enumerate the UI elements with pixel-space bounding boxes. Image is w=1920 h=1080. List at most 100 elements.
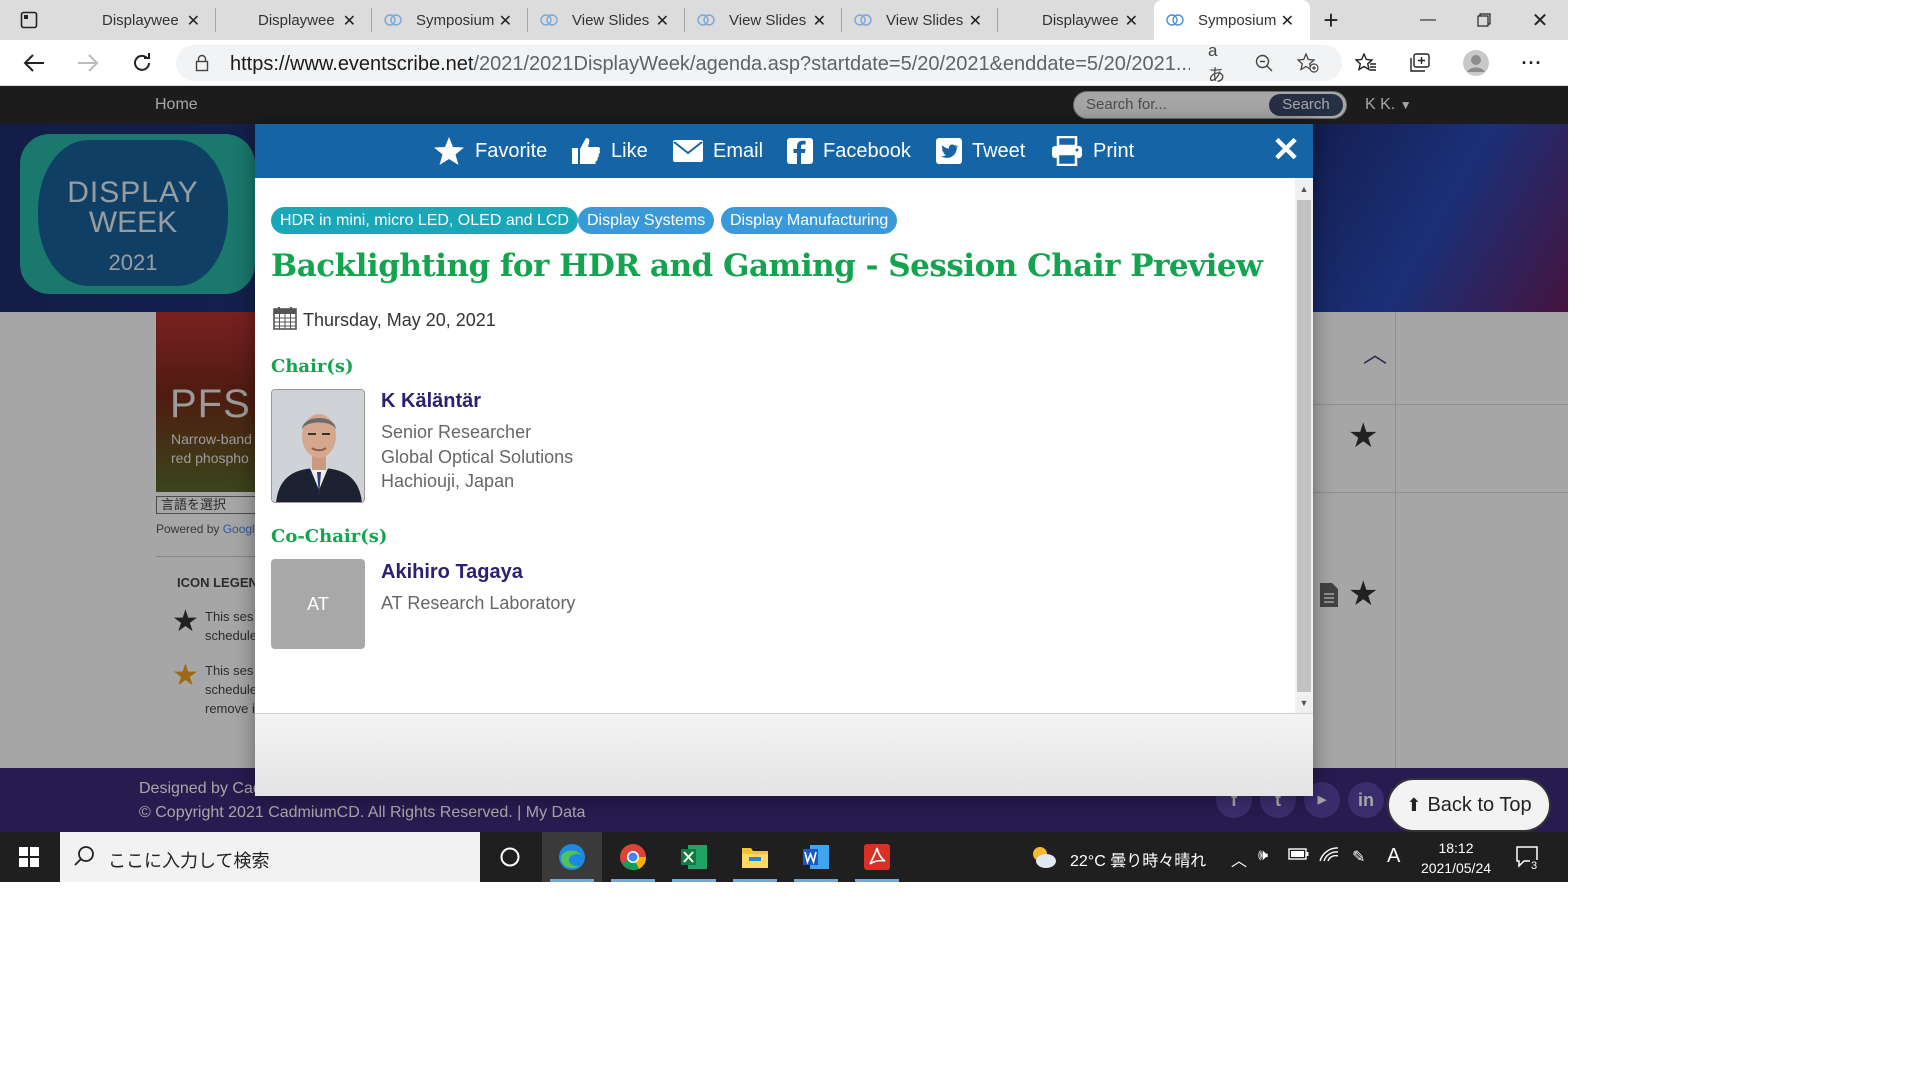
- tab-close-icon[interactable]: ✕: [1125, 11, 1138, 31]
- favorite-label: Favorite: [475, 139, 548, 162]
- weather-icon[interactable]: [1030, 844, 1058, 875]
- scrollbar-thumb[interactable]: [1297, 200, 1311, 692]
- chrome-icon[interactable]: [603, 832, 663, 882]
- close-window-icon[interactable]: ✕: [1512, 0, 1568, 40]
- word-icon[interactable]: [786, 832, 846, 882]
- volume-icon[interactable]: 🕪: [1258, 847, 1268, 865]
- calendar-icon: [273, 306, 297, 335]
- tab-close-icon[interactable]: ✕: [1281, 11, 1294, 31]
- tab-label: Displaywee: [1042, 11, 1119, 29]
- browser-tab[interactable]: Displaywee ✕: [216, 0, 372, 40]
- browser-tab[interactable]: Displaywee ✕: [60, 0, 216, 40]
- cochair-avatar[interactable]: AT: [271, 559, 365, 649]
- forward-arrow-icon[interactable]: [72, 48, 104, 78]
- cochair-name[interactable]: Akihiro Tagaya: [381, 561, 523, 584]
- browser-tab[interactable]: View Slides ✕: [842, 0, 998, 40]
- notification-count: 3: [1530, 860, 1539, 872]
- active-indicator: [550, 879, 594, 882]
- weather-text[interactable]: 22°C 曇り時々晴れ: [1070, 847, 1206, 871]
- url-text: https://www.eventscribe.net/2021/2021Dis…: [230, 53, 1190, 76]
- scroll-up-arrow-icon[interactable]: ▲: [1299, 184, 1309, 194]
- email-label: Email: [713, 139, 764, 162]
- email-button[interactable]: Email: [673, 124, 763, 178]
- chair-name[interactable]: K Käläntär: [381, 390, 481, 413]
- session-detail-modal: Favorite Like Email Facebook Tweet Print: [255, 124, 1313, 796]
- task-view-icon[interactable]: [480, 832, 540, 882]
- modal-scrollbar[interactable]: ▲ ▼: [1295, 178, 1313, 713]
- tab-close-icon[interactable]: ✕: [187, 11, 200, 31]
- back-to-top-button[interactable]: ⬆ Back to Top: [1387, 778, 1551, 832]
- tab-close-icon[interactable]: ✕: [343, 11, 356, 31]
- refresh-icon[interactable]: [126, 48, 158, 78]
- url-field[interactable]: https://www.eventscribe.net/2021/2021Dis…: [176, 41, 1342, 85]
- collections-icon[interactable]: [1404, 48, 1436, 78]
- browser-tab[interactable]: Symposium ✕: [372, 0, 528, 40]
- facebook-icon: [787, 138, 813, 164]
- modal-close-button[interactable]: ✕: [1269, 133, 1303, 168]
- browser-tab[interactable]: View Slides ✕: [685, 0, 842, 40]
- active-indicator: [855, 879, 899, 882]
- read-aloud-icon[interactable]: aあ: [1208, 41, 1232, 85]
- taskbar-search-box[interactable]: ここに入力して検索: [60, 832, 480, 882]
- ime-indicator[interactable]: A: [1387, 845, 1400, 868]
- chair-location: Hachiouji, Japan: [381, 471, 515, 491]
- browser-tab[interactable]: View Slides ✕: [528, 0, 685, 40]
- modal-body: HDR in mini, micro LED, OLED and LCD Dis…: [255, 178, 1295, 713]
- wifi-icon[interactable]: [1319, 847, 1339, 868]
- windows-taskbar: ここに入力して検索 22°C 曇り時々晴れ ︿ 🕪 ✎ A 18:12 2021…: [0, 832, 1568, 882]
- browser-tab-bar: Displaywee ✕ Displaywee ✕ Symposium ✕ Vi…: [0, 0, 1568, 40]
- arrow-up-circle-icon: ⬆: [1406, 794, 1422, 815]
- tweet-button[interactable]: Tweet: [936, 124, 1025, 178]
- url-host: https://www.eventscribe.net: [230, 53, 474, 75]
- favorites-icon[interactable]: [1350, 48, 1382, 78]
- new-tab-button[interactable]: +: [1303, 0, 1359, 40]
- profile-avatar[interactable]: [1460, 48, 1492, 78]
- show-hidden-icons-chevron-icon[interactable]: ︿: [1231, 847, 1247, 871]
- more-options-icon[interactable]: ···: [1516, 48, 1548, 78]
- star-icon: [433, 136, 465, 166]
- slides-icon: [854, 14, 872, 26]
- tab-close-icon[interactable]: ✕: [969, 11, 982, 31]
- browser-tab-active[interactable]: Symposium ✕: [1154, 0, 1310, 40]
- track-tag[interactable]: HDR in mini, micro LED, OLED and LCD: [271, 207, 578, 234]
- pen-icon[interactable]: ✎: [1352, 847, 1365, 867]
- favorite-button[interactable]: Favorite: [433, 124, 547, 178]
- chair-photo[interactable]: [271, 389, 365, 503]
- acrobat-icon[interactable]: [847, 832, 907, 882]
- modal-toolbar: Favorite Like Email Facebook Tweet Print: [255, 124, 1313, 178]
- browser-address-bar: https://www.eventscribe.net/2021/2021Dis…: [0, 40, 1568, 86]
- minimize-icon[interactable]: ―: [1400, 0, 1456, 40]
- facebook-share-button[interactable]: Facebook: [787, 124, 911, 178]
- tab-label: Displaywee: [258, 11, 335, 29]
- taskbar-clock[interactable]: 18:12 2021/05/24: [1412, 838, 1500, 878]
- search-icon: [74, 845, 96, 872]
- tab-actions-menu-icon[interactable]: [18, 9, 40, 31]
- scroll-down-arrow-icon[interactable]: ▼: [1299, 698, 1309, 708]
- slides-icon: [1166, 14, 1184, 26]
- lock-icon[interactable]: [190, 52, 214, 74]
- browser-tab[interactable]: Displaywee ✕: [998, 0, 1154, 40]
- battery-icon[interactable]: [1288, 847, 1310, 866]
- tab-close-icon[interactable]: ✕: [499, 11, 512, 31]
- zoom-out-icon[interactable]: [1252, 52, 1276, 74]
- session-date: Thursday, May 20, 2021: [303, 310, 496, 330]
- track-tag[interactable]: Display Manufacturing: [721, 207, 898, 234]
- tab-close-icon[interactable]: ✕: [656, 11, 669, 31]
- file-explorer-icon[interactable]: [725, 832, 785, 882]
- url-path: /2021/2021DisplayWeek/agenda.asp?startda…: [473, 53, 1190, 75]
- tab-close-icon[interactable]: ✕: [813, 11, 826, 31]
- cochair-organization: AT Research Laboratory: [381, 593, 576, 613]
- print-button[interactable]: Print: [1051, 124, 1134, 178]
- restore-icon[interactable]: [1456, 0, 1512, 40]
- back-arrow-icon[interactable]: [18, 48, 50, 78]
- tab-label: Symposium: [416, 11, 495, 29]
- tab-label: View Slides: [572, 11, 650, 29]
- edge-browser-icon[interactable]: [542, 832, 602, 882]
- windows-start-icon[interactable]: [0, 832, 58, 882]
- tab-label: Displaywee: [102, 11, 179, 29]
- back-to-top-label: Back to Top: [1427, 793, 1532, 816]
- excel-icon[interactable]: [664, 832, 724, 882]
- track-tag[interactable]: Display Systems: [578, 207, 715, 234]
- like-button[interactable]: Like: [571, 124, 648, 178]
- add-favorite-icon[interactable]: [1296, 52, 1320, 74]
